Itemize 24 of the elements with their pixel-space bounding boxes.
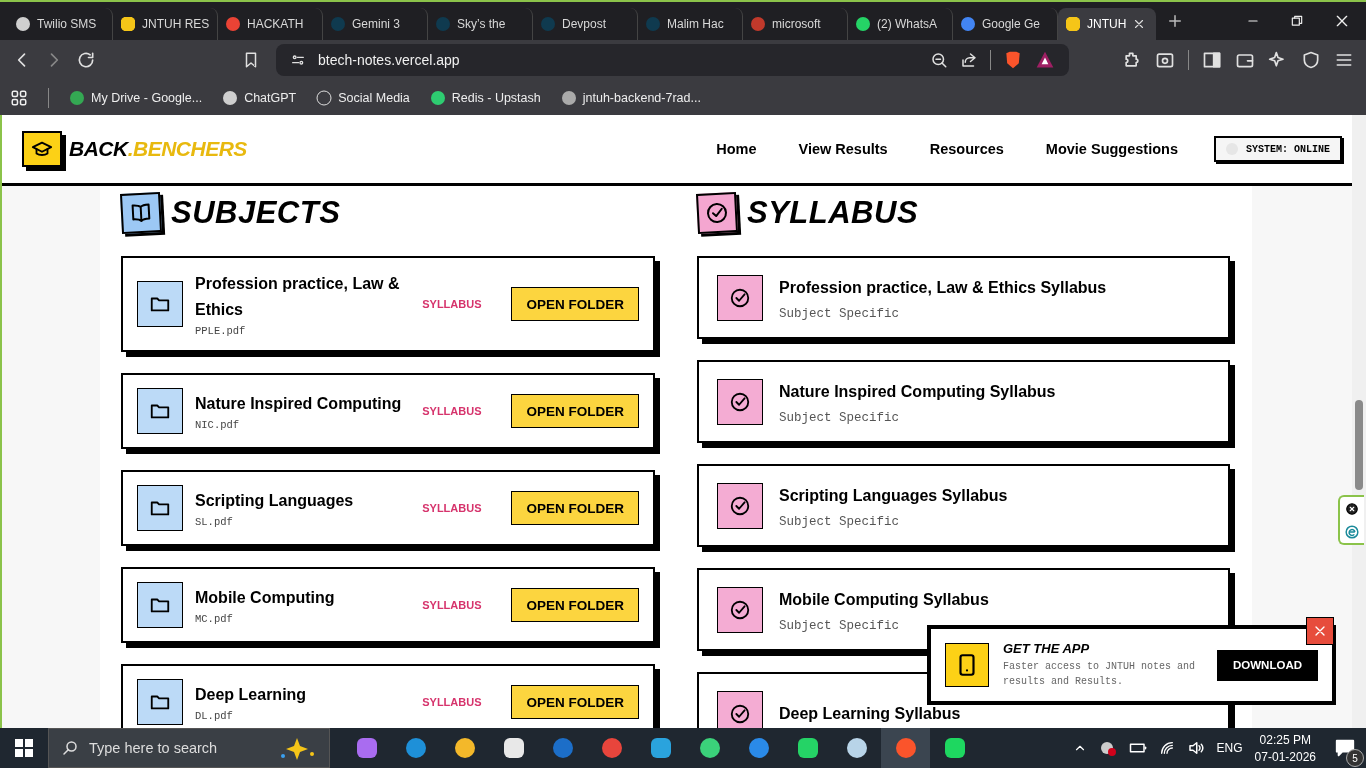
file-name: PPLE.pdf (195, 325, 247, 337)
syllabus-subtitle: Subject Specific (779, 410, 901, 425)
syllabus-title: Mobile Computing Syllabus (779, 589, 990, 610)
file-name: DL.pdf (195, 710, 234, 722)
file-name: MC.pdf (195, 613, 234, 625)
status-badge: SYSTEM: ONLINE (1214, 136, 1342, 162)
banner-description: Faster access to JNTUH notes and results and Results. (1003, 660, 1197, 689)
syllabus-subtitle: Subject Specific (779, 514, 901, 529)
file-name: SL.pdf (195, 516, 234, 528)
syllabus-subtitle: Subject Specific (779, 306, 901, 321)
syllabus-title: Profession practice, Law & Ethics Syllabus (779, 277, 1108, 298)
subject-name: Deep Learning (195, 685, 308, 705)
syllabus-subtitle: Subject Specific (779, 618, 901, 633)
subject-name: Profession practice, Law & Ethics (195, 274, 401, 320)
section-title: SYLLABUS (747, 195, 919, 231)
syllabus-title: Nature Inspired Computing Syllabus (779, 381, 1057, 402)
syllabus-title: Deep Learning Syllabus (779, 703, 962, 724)
subject-name: Scripting Languages (195, 491, 355, 511)
notification-badge: 5 (1346, 749, 1364, 767)
section-title: SUBJECTS (171, 195, 341, 231)
subject-name: Nature Inspired Computing (195, 394, 403, 414)
subject-name: Mobile Computing (195, 588, 336, 608)
syllabus-title: Scripting Languages Syllabus (779, 485, 1009, 506)
file-name: NIC.pdf (195, 419, 241, 431)
